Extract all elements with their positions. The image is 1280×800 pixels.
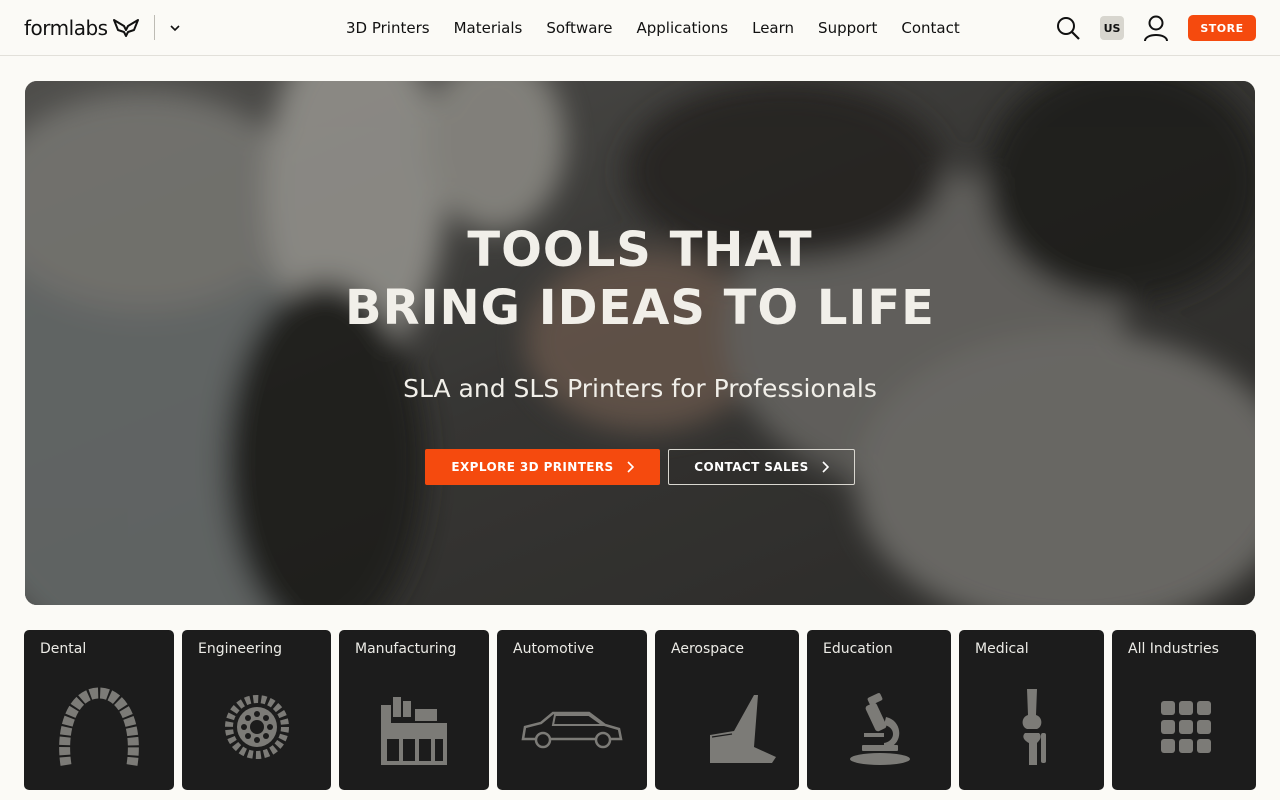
nav-contact[interactable]: Contact	[901, 17, 959, 39]
chevron-right-icon	[822, 461, 829, 473]
formlabs-logo[interactable]: formlabs	[24, 15, 140, 41]
industry-label: Engineering	[198, 641, 282, 657]
microscope-icon	[850, 693, 910, 765]
logo-wordmark: formlabs	[24, 16, 108, 40]
industry-label: All Industries	[1128, 641, 1219, 657]
locale-selector[interactable]: US	[1100, 16, 1124, 40]
main-nav: 3D Printers Materials Software Applicati…	[346, 17, 984, 39]
grid-icon	[1161, 701, 1211, 753]
chevron-right-icon	[627, 461, 634, 473]
site-header: formlabs 3D Printers Materials Software …	[0, 0, 1280, 56]
hero-background-image	[25, 81, 1255, 605]
search-icon[interactable]	[1055, 15, 1081, 41]
industry-label: Medical	[975, 641, 1029, 657]
nav-3d-printers[interactable]: 3D Printers	[346, 17, 430, 39]
industry-label: Manufacturing	[355, 641, 457, 657]
industry-card-all-industries[interactable]: All Industries	[1112, 630, 1256, 790]
industry-label: Education	[823, 641, 893, 657]
user-account-icon[interactable]	[1143, 14, 1169, 42]
industry-card-automotive[interactable]: Automotive	[497, 630, 647, 790]
industry-card-engineering[interactable]: Engineering	[182, 630, 331, 790]
industry-label: Automotive	[513, 641, 594, 657]
industry-card-manufacturing[interactable]: Manufacturing	[339, 630, 489, 790]
industry-card-education[interactable]: Education	[807, 630, 951, 790]
contact-sales-label: CONTACT SALES	[694, 460, 809, 474]
nav-applications[interactable]: Applications	[636, 17, 728, 39]
factory-icon	[381, 697, 447, 765]
contact-sales-button[interactable]: CONTACT SALES	[668, 449, 855, 485]
explore-printers-button[interactable]: EXPLORE 3D PRINTERS	[425, 449, 660, 485]
butterfly-logo-icon	[112, 19, 139, 37]
hero-banner: TOOLS THAT BRING IDEAS TO LIFE SLA and S…	[25, 81, 1255, 605]
industry-card-dental[interactable]: Dental	[24, 630, 174, 790]
knee-joint-icon	[1022, 689, 1046, 765]
store-button[interactable]: STORE	[1188, 15, 1256, 41]
car-icon	[521, 711, 623, 749]
industry-label: Aerospace	[671, 641, 745, 657]
airplane-tail-icon	[710, 695, 776, 763]
hero-title-line-2: BRING IDEAS TO LIFE	[345, 280, 935, 336]
explore-printers-label: EXPLORE 3D PRINTERS	[451, 460, 614, 474]
hero-subtitle: SLA and SLS Printers for Professionals	[403, 374, 877, 403]
nav-support[interactable]: Support	[818, 17, 877, 39]
dental-arch-icon	[59, 687, 139, 766]
gear-icon	[224, 695, 289, 759]
chevron-down-icon[interactable]	[166, 19, 184, 37]
header-divider	[154, 15, 155, 40]
industry-card-aerospace[interactable]: Aerospace	[655, 630, 799, 790]
hero-title: TOOLS THAT BRING IDEAS TO LIFE	[25, 221, 1255, 337]
industry-label: Dental	[40, 641, 87, 657]
industry-card-medical[interactable]: Medical	[959, 630, 1104, 790]
hero-title-line-1: TOOLS THAT	[467, 222, 813, 278]
nav-learn[interactable]: Learn	[752, 17, 794, 39]
nav-software[interactable]: Software	[546, 17, 612, 39]
nav-materials[interactable]: Materials	[454, 17, 523, 39]
